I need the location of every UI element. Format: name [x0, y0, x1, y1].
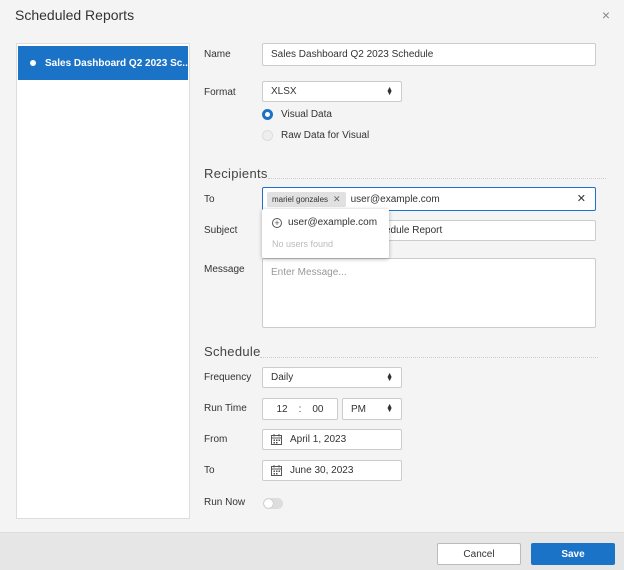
- calendar-icon: [271, 434, 282, 445]
- report-list: Sales Dashboard Q2 2023 Sc...: [16, 43, 190, 519]
- close-icon[interactable]: ×: [602, 7, 610, 23]
- format-select[interactable]: XLSX ▲ ▼: [262, 81, 402, 102]
- format-select-value: XLSX: [271, 86, 297, 97]
- message-label: Message: [204, 264, 245, 275]
- recipient-suggestions: + user@example.com No users found: [262, 209, 389, 258]
- format-label: Format: [204, 87, 236, 98]
- to-field[interactable]: mariel gonzales ✕ user@example.com ✕: [262, 187, 596, 211]
- name-label: Name: [204, 49, 231, 60]
- to-date-label: To: [204, 465, 215, 476]
- frequency-label: Frequency: [204, 372, 252, 383]
- ampm-select[interactable]: PM ▲ ▼: [342, 398, 402, 420]
- frequency-select[interactable]: Daily ▲ ▼: [262, 367, 402, 388]
- time-separator: :: [298, 403, 302, 415]
- cancel-button[interactable]: Cancel: [437, 543, 521, 565]
- name-field-value: Sales Dashboard Q2 2023 Schedule: [271, 49, 434, 60]
- selected-dot-icon: [30, 60, 36, 66]
- suggestion-label: user@example.com: [288, 217, 378, 228]
- radio-checked-icon: [262, 109, 273, 120]
- toggle-knob: [264, 499, 273, 508]
- select-arrows-icon: ▲ ▼: [386, 403, 393, 414]
- recipient-chip[interactable]: mariel gonzales ✕: [267, 191, 346, 207]
- subject-field-value: edule Report: [385, 225, 443, 236]
- message-textarea[interactable]: Enter Message...: [262, 258, 596, 328]
- to-date-value: June 30, 2023: [290, 465, 354, 476]
- radio-visual-data[interactable]: Visual Data: [262, 109, 332, 120]
- schedule-divider: [260, 357, 598, 358]
- radio-raw-data[interactable]: Raw Data for Visual: [262, 130, 369, 141]
- add-circle-icon: +: [272, 217, 282, 228]
- recipient-chip-label: mariel gonzales: [272, 194, 329, 204]
- report-list-item-label: Sales Dashboard Q2 2023 Sc...: [45, 57, 188, 69]
- message-placeholder: Enter Message...: [271, 267, 347, 278]
- radio-visual-data-label: Visual Data: [281, 109, 332, 120]
- select-arrows-icon: ▲ ▼: [386, 85, 393, 97]
- run-now-toggle[interactable]: [263, 498, 283, 509]
- select-arrows-icon: ▲ ▼: [386, 371, 393, 383]
- no-users-text: No users found: [272, 239, 334, 249]
- to-label: To: [204, 194, 215, 205]
- to-date-field[interactable]: June 30, 2023: [262, 460, 402, 481]
- from-date-value: April 1, 2023: [290, 434, 347, 445]
- from-label: From: [204, 434, 228, 445]
- radio-raw-data-label: Raw Data for Visual: [281, 130, 370, 141]
- recipients-divider: [268, 178, 606, 179]
- suggestion-add-user[interactable]: + user@example.com: [272, 217, 377, 228]
- subject-label: Subject: [204, 225, 238, 236]
- save-button[interactable]: Save: [531, 543, 615, 565]
- report-list-item[interactable]: Sales Dashboard Q2 2023 Sc...: [18, 46, 188, 80]
- run-time-input[interactable]: 12 : 00: [262, 398, 338, 420]
- dialog-title: Scheduled Reports: [15, 7, 135, 23]
- scheduled-reports-dialog: Scheduled Reports × Sales Dashboard Q2 2…: [0, 0, 624, 570]
- dialog-footer: Cancel Save: [0, 532, 624, 570]
- remove-chip-icon[interactable]: ✕: [333, 194, 341, 205]
- radio-unchecked-icon: [262, 130, 273, 141]
- to-input-text: user@example.com: [350, 193, 440, 205]
- recipients-heading: Recipients: [204, 166, 268, 181]
- from-date-field[interactable]: April 1, 2023: [262, 429, 402, 450]
- name-field[interactable]: Sales Dashboard Q2 2023 Schedule: [262, 43, 596, 66]
- run-now-label: Run Now: [204, 497, 246, 508]
- schedule-heading: Schedule: [204, 344, 261, 359]
- calendar-icon: [271, 465, 282, 476]
- hour-value[interactable]: 12: [268, 404, 287, 415]
- minute-value[interactable]: 00: [312, 404, 331, 415]
- run-time-label: Run Time: [204, 403, 247, 414]
- clear-icon[interactable]: ✕: [577, 192, 586, 205]
- ampm-select-value: PM: [351, 403, 366, 415]
- frequency-select-value: Daily: [271, 372, 294, 383]
